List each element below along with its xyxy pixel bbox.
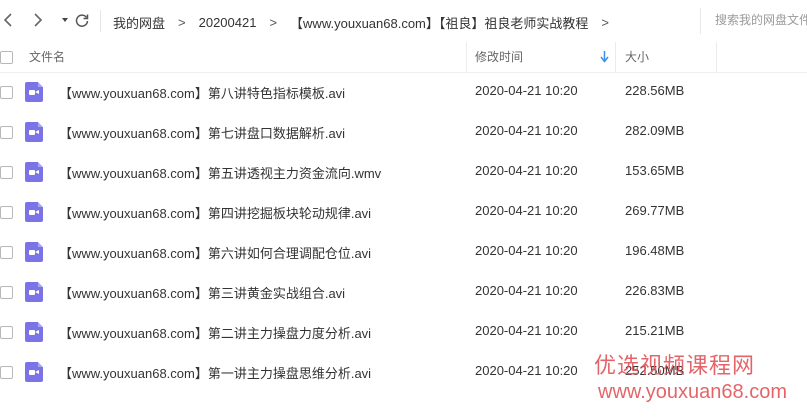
file-name[interactable]: 【www.youxuan68.com】第四讲挖掘板块轮动规律.avi [59,203,371,222]
divider [100,10,101,32]
file-modified: 2020-04-21 10:20 [475,203,578,218]
video-file-icon [25,282,43,302]
file-size: 153.65MB [625,163,685,178]
column-divider[interactable] [716,42,717,72]
file-row[interactable]: 【www.youxuan68.com】第八讲特色指标模板.avi 2020-04… [0,72,807,112]
row-checkbox[interactable] [0,246,13,259]
file-name[interactable]: 【www.youxuan68.com】第八讲特色指标模板.avi [59,83,345,102]
row-checkbox[interactable] [0,286,13,299]
column-header: 文件名 修改时间 大小 [0,42,807,73]
file-size: 252.50MB [625,363,685,378]
column-size[interactable]: 大小 [625,42,649,72]
file-size: 226.83MB [625,283,685,298]
file-row[interactable]: 【www.youxuan68.com】第一讲主力操盘思维分析.avi 2020-… [0,352,807,392]
video-file-icon [25,122,43,142]
file-name[interactable]: 【www.youxuan68.com】第一讲主力操盘思维分析.avi [59,363,371,382]
file-row[interactable]: 【www.youxuan68.com】第六讲如何合理调配仓位.avi 2020-… [0,232,807,272]
refresh-icon[interactable] [74,12,90,30]
video-file-icon [25,362,43,382]
file-name[interactable]: 【www.youxuan68.com】第七讲盘口数据解析.avi [59,123,345,142]
file-row[interactable]: 【www.youxuan68.com】第二讲主力操盘力度分析.avi 2020-… [0,312,807,352]
column-divider[interactable] [615,42,616,72]
row-checkbox[interactable] [0,166,13,179]
file-name[interactable]: 【www.youxuan68.com】第三讲黄金实战组合.avi [59,283,345,302]
breadcrumb-separator: > [601,15,609,30]
breadcrumb-item-folder[interactable]: 20200421 [199,15,257,30]
column-modified[interactable]: 修改时间 [475,42,523,72]
video-file-icon [25,202,43,222]
search-input[interactable] [715,8,807,32]
file-size: 228.56MB [625,83,685,98]
file-size: 196.48MB [625,243,685,258]
video-file-icon [25,242,43,262]
file-row[interactable]: 【www.youxuan68.com】第三讲黄金实战组合.avi 2020-04… [0,272,807,312]
row-checkbox[interactable] [0,326,13,339]
file-name[interactable]: 【www.youxuan68.com】第五讲透视主力资金流向.wmv [59,163,381,182]
video-file-icon [25,162,43,182]
file-row[interactable]: 【www.youxuan68.com】第四讲挖掘板块轮动规律.avi 2020-… [0,192,807,232]
file-name[interactable]: 【www.youxuan68.com】第二讲主力操盘力度分析.avi [59,323,371,342]
chevron-right-icon[interactable] [30,12,46,30]
column-divider[interactable] [466,42,467,72]
file-modified: 2020-04-21 10:20 [475,163,578,178]
row-checkbox[interactable] [0,206,13,219]
breadcrumb-separator: > [269,15,278,30]
search-box [700,8,807,34]
file-modified: 2020-04-21 10:20 [475,283,578,298]
breadcrumb-separator: > [178,15,186,30]
video-file-icon [25,82,43,102]
breadcrumb-item-root[interactable]: 我的网盘 [113,13,165,32]
breadcrumb: 我的网盘 >20200421 > 【www.youxuan68.com】【祖良】祖良老… [113,13,622,31]
chevron-left-icon[interactable] [0,12,16,30]
arrow-down-icon [600,51,609,66]
row-checkbox[interactable] [0,126,13,139]
breadcrumb-item-current[interactable]: 【www.youxuan68.com】【祖良】祖良老师实战教程 [290,13,588,32]
file-modified: 2020-04-21 10:20 [475,363,578,378]
file-modified: 2020-04-21 10:20 [475,83,578,98]
file-row[interactable]: 【www.youxuan68.com】第七讲盘口数据解析.avi 2020-04… [0,112,807,152]
file-size: 282.09MB [625,123,685,138]
file-row[interactable]: 【www.youxuan68.com】第五讲透视主力资金流向.wmv 2020-… [0,152,807,192]
file-modified: 2020-04-21 10:20 [475,123,578,138]
select-all-checkbox[interactable] [0,51,13,64]
file-modified: 2020-04-21 10:20 [475,243,578,258]
row-checkbox[interactable] [0,366,13,379]
column-name[interactable]: 文件名 [29,42,65,72]
video-file-icon [25,322,43,342]
file-size: 269.77MB [625,203,685,218]
file-size: 215.21MB [625,323,685,338]
file-name[interactable]: 【www.youxuan68.com】第六讲如何合理调配仓位.avi [59,243,371,262]
file-modified: 2020-04-21 10:20 [475,323,578,338]
caret-down-icon[interactable] [57,12,73,30]
row-checkbox[interactable] [0,86,13,99]
toolbar: 我的网盘 >20200421 > 【www.youxuan68.com】【祖良】祖良老… [0,0,807,43]
